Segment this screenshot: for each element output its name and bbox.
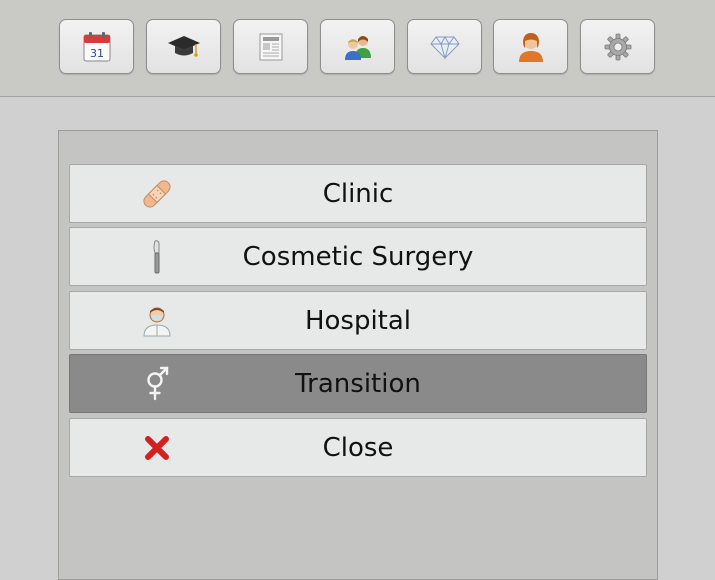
menu-item-close[interactable]: Close xyxy=(69,418,647,477)
menu-item-label: Close xyxy=(322,432,394,463)
diamond-icon xyxy=(429,34,461,60)
hospital-menu-panel: Clinic Cosmetic Surgery Hospital Transit… xyxy=(58,130,658,580)
calendar-icon: 31 xyxy=(82,31,112,63)
calendar-date-text: 31 xyxy=(90,47,104,60)
menu-item-label: Clinic xyxy=(322,178,394,209)
menu-item-transition[interactable]: Transition xyxy=(69,354,647,413)
calendar-button[interactable]: 31 xyxy=(59,19,134,74)
menu-item-label: Cosmetic Surgery xyxy=(242,241,474,272)
assets-button[interactable] xyxy=(407,19,482,74)
graduation-cap-icon xyxy=(167,32,201,62)
person-icon xyxy=(516,31,546,63)
menu-item-cosmetic-surgery[interactable]: Cosmetic Surgery xyxy=(69,227,647,286)
menu-item-label: Transition xyxy=(295,368,421,399)
relationships-button[interactable] xyxy=(320,19,395,74)
top-toolbar: 31 xyxy=(0,0,715,97)
menu-item-label: Hospital xyxy=(304,305,412,336)
news-button[interactable] xyxy=(233,19,308,74)
newspaper-icon xyxy=(257,32,285,62)
menu-item-clinic[interactable]: Clinic xyxy=(69,164,647,223)
education-button[interactable] xyxy=(146,19,221,74)
settings-button[interactable] xyxy=(580,19,655,74)
people-icon xyxy=(341,32,375,62)
menu-item-hospital[interactable]: Hospital xyxy=(69,291,647,350)
gear-icon xyxy=(603,32,633,62)
profile-button[interactable] xyxy=(493,19,568,74)
